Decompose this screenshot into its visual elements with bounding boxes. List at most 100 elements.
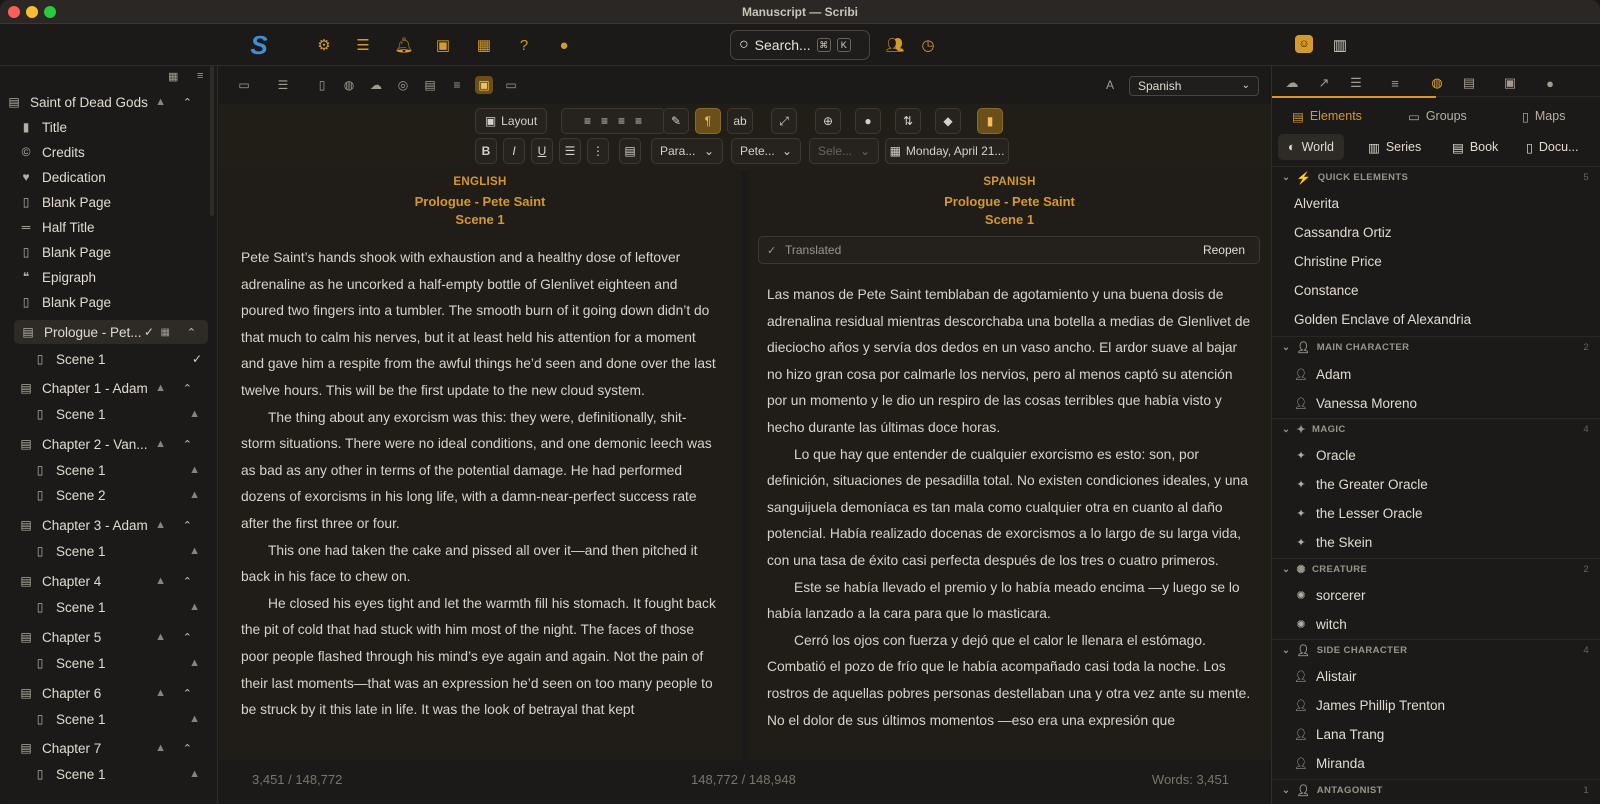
status-select[interactable]: Sele... ⌄ bbox=[809, 138, 879, 164]
sidebar-item-blank-page[interactable]: ▯ Blank Page bbox=[0, 290, 218, 314]
sidebar-toggle-icon[interactable]: ▭ bbox=[235, 76, 253, 94]
element-item[interactable]: ✦ the Skein bbox=[1272, 529, 1600, 555]
chat-icon[interactable]: ● bbox=[1540, 74, 1560, 92]
book-icon[interactable]: ▮ bbox=[977, 108, 1003, 134]
tab-maps[interactable]: ▯ Maps bbox=[1522, 104, 1565, 128]
translate-icon[interactable]: ▣ bbox=[475, 76, 493, 94]
editor-text-english[interactable]: Pete Saint’s hands shook with exhaustion… bbox=[219, 229, 741, 724]
tab-elements[interactable]: ▤ Elements bbox=[1292, 104, 1362, 128]
chevron-up-icon[interactable]: ⌃ bbox=[183, 575, 192, 588]
align-center-icon[interactable]: ≡ bbox=[601, 114, 608, 128]
pen-icon[interactable]: ✎ bbox=[663, 108, 689, 134]
tab-groups[interactable]: ▭ Groups bbox=[1408, 104, 1467, 128]
element-item[interactable]: ✦ the Greater Oracle bbox=[1272, 471, 1600, 497]
sidebar-item-chapter[interactable]: ▤ Chapter 7 ▲ ⌃ bbox=[0, 736, 218, 760]
align-right-icon[interactable]: ≡ bbox=[618, 114, 625, 128]
italic-button[interactable]: I bbox=[503, 138, 525, 164]
element-item[interactable]: Constance bbox=[1272, 277, 1600, 303]
close-window-button[interactable] bbox=[8, 6, 20, 18]
list-icon[interactable]: ☰ bbox=[1346, 74, 1366, 92]
bullet-list-icon[interactable]: ☰ bbox=[559, 138, 581, 164]
sidebar-item-dedication[interactable]: ♥ Dedication bbox=[0, 165, 218, 189]
notes-icon[interactable]: ▤ bbox=[421, 76, 439, 94]
align-justify-icon[interactable]: ≡ bbox=[635, 114, 642, 128]
export-icon[interactable]: ▭ bbox=[502, 76, 520, 94]
element-item[interactable]: ✦ Oracle bbox=[1272, 442, 1600, 468]
sidebar-item-half-title[interactable]: ═ Half Title bbox=[0, 215, 218, 239]
section-header[interactable]: ⌄ ⚡ QUICK ELEMENTS 5 bbox=[1272, 166, 1600, 188]
numbered-list-icon[interactable]: ⋮ bbox=[587, 138, 609, 164]
comment-icon[interactable]: ● bbox=[855, 108, 881, 134]
pov-select[interactable]: Pete... ⌄ bbox=[731, 138, 801, 164]
sidebar-item-scene[interactable]: ▯ Scene 1 ▲ bbox=[0, 458, 218, 482]
section-header[interactable]: ⌄ ✦ MAGIC 4 bbox=[1272, 418, 1600, 440]
section-header[interactable]: ⌄ ✺ CREATURE 2 bbox=[1272, 558, 1600, 580]
underline-button[interactable]: U bbox=[531, 138, 553, 164]
language-select[interactable]: Spanish ⌄ bbox=[1129, 76, 1259, 96]
element-item[interactable]: Cassandra Ortiz bbox=[1272, 219, 1600, 245]
add-comment-icon[interactable]: ⊕ bbox=[815, 108, 841, 134]
scope-document[interactable]: ▯ Docu... bbox=[1516, 134, 1589, 160]
element-item[interactable]: Alverita bbox=[1272, 190, 1600, 216]
cloud-icon[interactable]: ☁ bbox=[1282, 74, 1302, 92]
chevron-up-icon[interactable]: ⌃ bbox=[183, 96, 192, 109]
sidebar-item-scene[interactable]: ▯ Scene 1 ✓ bbox=[0, 347, 218, 371]
element-item[interactable]: ✺ sorcerer bbox=[1272, 582, 1600, 608]
section-header[interactable]: ⌄ 👤︎ MAIN CHARACTER 2 bbox=[1272, 336, 1600, 358]
bold-button[interactable]: B bbox=[475, 138, 497, 164]
minimize-window-button[interactable] bbox=[26, 6, 38, 18]
sidebar-item-credits[interactable]: © Credits bbox=[0, 140, 218, 164]
sidebar-item-prologue[interactable]: ▤ Prologue - Pet... ✓ ▦ ⌃ bbox=[14, 320, 208, 344]
chevron-up-icon[interactable]: ⌃ bbox=[183, 742, 192, 755]
editor-text-spanish[interactable]: Las manos de Pete Saint temblaban de ago… bbox=[748, 282, 1271, 734]
image-icon[interactable]: ▣ bbox=[433, 35, 453, 55]
format-icon[interactable]: ≡ bbox=[448, 76, 466, 94]
sidebar-item-title[interactable]: ▮ Title bbox=[0, 115, 218, 139]
chevron-up-icon[interactable]: ⌃ bbox=[183, 687, 192, 700]
section-header[interactable]: ⌄ 👤︎ SIDE CHARACTER 4 bbox=[1272, 639, 1600, 661]
cloud-icon[interactable]: ☁ bbox=[367, 76, 385, 94]
reopen-button[interactable]: Reopen bbox=[1203, 243, 1245, 257]
help-icon[interactable]: ? bbox=[514, 35, 534, 55]
chevron-up-icon[interactable]: ⌃ bbox=[187, 326, 196, 339]
bell-icon[interactable]: 🔔︎ bbox=[394, 35, 414, 55]
chat-icon[interactable]: ● bbox=[554, 35, 574, 55]
scope-series[interactable]: ▥ Series bbox=[1358, 134, 1431, 160]
element-item[interactable]: 👤︎ Miranda bbox=[1272, 750, 1600, 776]
calendar-icon[interactable]: ▦ bbox=[474, 35, 494, 55]
translate-lang-icon[interactable]: A bbox=[1101, 76, 1119, 94]
layout-button[interactable]: ▣ Layout bbox=[475, 108, 547, 134]
gamepad-icon[interactable]: ▣ bbox=[1500, 74, 1520, 92]
timer-icon[interactable]: ◷ bbox=[918, 35, 938, 55]
zoom-window-button[interactable] bbox=[44, 6, 56, 18]
sidebar-item-scene[interactable]: ▯ Scene 1 ▲ bbox=[0, 762, 218, 786]
globe-icon[interactable]: ◍ bbox=[340, 76, 358, 94]
sidebar-item-chapter[interactable]: ▤ Chapter 4 ▲ ⌃ bbox=[0, 569, 218, 593]
sidebar-item-blank-page[interactable]: ▯ Blank Page bbox=[0, 240, 218, 264]
sidebar-item-scene[interactable]: ▯ Scene 1 ▲ bbox=[0, 539, 218, 563]
chevron-up-icon[interactable]: ⌃ bbox=[183, 382, 192, 395]
scope-book[interactable]: ▤ Book bbox=[1442, 134, 1508, 160]
sidebar-item-chapter[interactable]: ▤ Chapter 6 ▲ ⌃ bbox=[0, 681, 218, 705]
target-icon[interactable]: ◎ bbox=[394, 76, 412, 94]
app-logo[interactable]: S bbox=[242, 29, 276, 61]
section-header[interactable]: ⌄ 👤︎ ANTAGONIST 1 bbox=[1272, 779, 1600, 801]
pane-divider[interactable] bbox=[741, 170, 748, 760]
sidebar-item-scene[interactable]: ▯ Scene 1 ▲ bbox=[0, 402, 218, 426]
format-icon[interactable]: ≡ bbox=[1385, 74, 1405, 92]
element-item[interactable]: 👤︎ James Phillip Trenton bbox=[1272, 692, 1600, 718]
sidebar-item-scene[interactable]: ▯ Scene 1 ▲ bbox=[0, 651, 218, 675]
element-item[interactable]: 👤︎ Alistair bbox=[1272, 663, 1600, 689]
menu-icon[interactable]: ≡ bbox=[197, 70, 203, 82]
element-item[interactable]: 👤︎ Vanessa Moreno bbox=[1272, 390, 1600, 416]
element-item[interactable]: ✦ the Lesser Oracle bbox=[1272, 500, 1600, 526]
sidebar-item-blank-page[interactable]: ▯ Blank Page bbox=[0, 190, 218, 214]
note-icon[interactable]: ▤ bbox=[619, 138, 641, 164]
tag-icon[interactable]: ◆ bbox=[935, 108, 961, 134]
sidebar-item-scene[interactable]: ▯ Scene 1 ▲ bbox=[0, 595, 218, 619]
chevron-up-icon[interactable]: ⌃ bbox=[183, 438, 192, 451]
checklist-icon[interactable]: ☰ bbox=[353, 35, 373, 55]
chevron-up-icon[interactable]: ⌃ bbox=[183, 519, 192, 532]
globe-icon[interactable]: ◍ bbox=[1427, 74, 1447, 92]
sidebar-item-chapter[interactable]: ▤ Chapter 1 - Adam ▲ ⌃ bbox=[0, 376, 218, 400]
